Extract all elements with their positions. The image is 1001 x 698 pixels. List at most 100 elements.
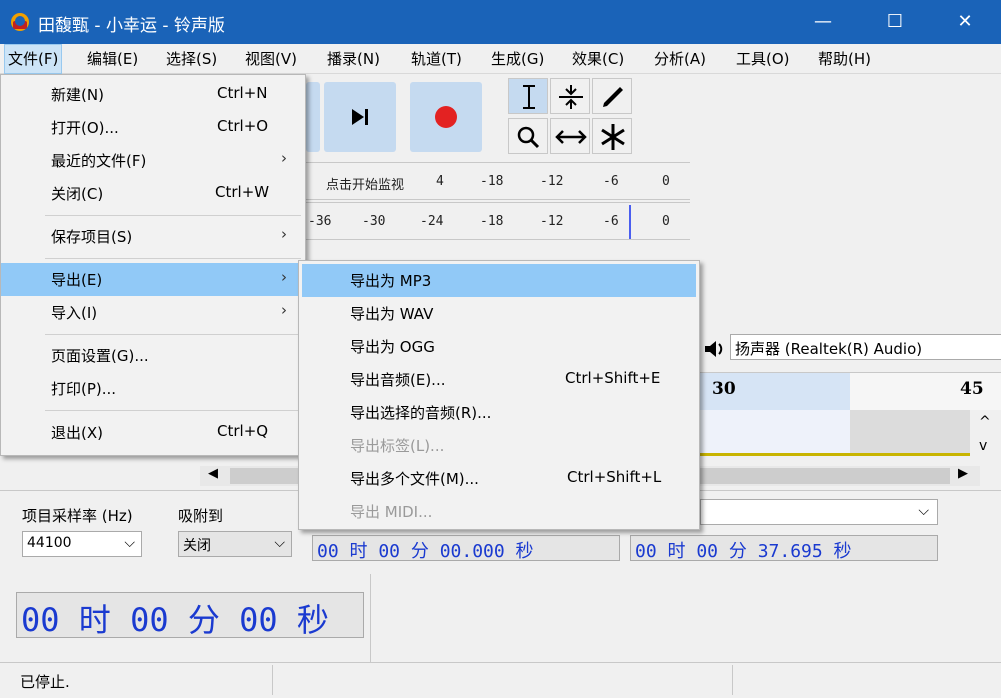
speaker-icon (705, 341, 723, 357)
menu-item-shortcut: Ctrl+N (217, 84, 268, 102)
meter-tick: -12 (540, 214, 564, 229)
record-meter-prompt: 点击开始监视 (326, 178, 405, 193)
scroll-up-icon: ^ (979, 414, 991, 430)
playback-meter[interactable]: -36 -30 -24 -18 -12 -6 0 (298, 202, 690, 240)
menu-item-recent-files[interactable]: 最近的文件(F) › (1, 144, 305, 177)
menu-item-export-mp3[interactable]: 导出为 MP3 (302, 264, 696, 297)
selection-mode-select[interactable]: ⌵ (700, 499, 938, 525)
track-selection (700, 410, 850, 453)
menu-item-export[interactable]: 导出(E) › (1, 263, 305, 296)
menu-item-label: 导出多个文件(M)... (350, 470, 479, 488)
menu-item-label: 导出为 WAV (350, 305, 434, 323)
ibeam-icon (523, 85, 535, 109)
multi-tool[interactable] (592, 118, 632, 154)
output-device-value: 扬声器 (Realtek(R) Audio) (735, 340, 923, 358)
menu-tracks[interactable]: 轨道(T) (408, 44, 465, 74)
rate-value: 44100 (27, 535, 72, 551)
menu-effect[interactable]: 效果(C) (569, 44, 627, 74)
menu-analyze[interactable]: 分析(A) (651, 44, 709, 74)
meter-tick: 4 (436, 174, 444, 189)
timeline-mark: 45 (960, 379, 984, 399)
meter-tick: -6 (603, 214, 619, 229)
track-area[interactable] (700, 410, 970, 456)
stop-button[interactable] (306, 82, 320, 152)
menu-transport[interactable]: 播录(N) (324, 44, 383, 74)
menu-generate[interactable]: 生成(G) (488, 44, 547, 74)
menu-help[interactable]: 帮助(H) (815, 44, 874, 74)
playback-level-marker (629, 205, 631, 239)
meter-tick: 0 (662, 214, 670, 229)
audio-position-value: 00 时 00 分 00 秒 (21, 601, 329, 639)
divider (272, 665, 273, 695)
magnifier-icon (517, 126, 540, 149)
timeline-ruler[interactable]: 30 45 (700, 372, 1001, 411)
record-button[interactable] (410, 82, 482, 152)
minimize-button[interactable]: — (800, 0, 846, 44)
menu-item-export-multiple[interactable]: 导出多个文件(M)... Ctrl+Shift+L (299, 462, 699, 495)
divider (370, 574, 371, 662)
chevron-down-icon: ⌵ (274, 535, 285, 551)
menu-item-export-selection[interactable]: 导出选择的音频(R)... (299, 396, 699, 429)
menu-item-shortcut: Ctrl+W (215, 183, 270, 201)
vertical-scrollbar[interactable]: ^ v (970, 410, 1001, 462)
meter-tick: -6 (603, 174, 619, 189)
audio-position-time[interactable]: 00 时 00 分 00 秒 (16, 592, 364, 639)
envelope-tool[interactable] (550, 78, 590, 114)
selection-end-time[interactable]: 00 时 00 分 37.695 秒 (630, 535, 938, 562)
snap-select[interactable]: 关闭 ⌵ (178, 531, 292, 557)
menu-item-label: 导出为 OGG (350, 338, 435, 356)
meter-tick: -36 (308, 214, 332, 229)
menu-view[interactable]: 视图(V) (242, 44, 300, 74)
menu-select[interactable]: 选择(S) (163, 44, 220, 74)
close-button[interactable]: ✕ (942, 0, 988, 44)
menu-item-import[interactable]: 导入(I) › (1, 296, 305, 329)
menu-item-save-project[interactable]: 保存项目(S) › (1, 220, 305, 253)
rate-select[interactable]: 44100 ⌵ (22, 531, 142, 557)
audacity-icon (11, 13, 29, 31)
menu-item-open[interactable]: 打开(O)... Ctrl+O (1, 111, 305, 144)
title-bar: 田馥甄 - 小幸运 - 铃声版 — ☐ ✕ (0, 0, 1001, 44)
export-submenu: 导出为 MP3 导出为 WAV 导出为 OGG 导出音频(E)... Ctrl+… (298, 260, 700, 530)
snap-value: 关闭 (183, 538, 211, 554)
asterisk-icon (601, 124, 625, 150)
output-device-select[interactable]: 扬声器 (Realtek(R) Audio) (730, 334, 1001, 360)
zoom-tool[interactable] (508, 118, 548, 154)
status-text: 已停止. (20, 673, 70, 691)
meter-tick: -18 (480, 214, 504, 229)
menu-item-close[interactable]: 关闭(C) Ctrl+W (1, 177, 305, 210)
menu-separator (45, 334, 301, 335)
menu-item-export-audio[interactable]: 导出音频(E)... Ctrl+Shift+E (299, 363, 699, 396)
menu-item-export-ogg[interactable]: 导出为 OGG (299, 330, 699, 363)
rate-label: 项目采样率 (Hz) (22, 507, 133, 525)
menu-item-exit[interactable]: 退出(X) Ctrl+Q (1, 416, 305, 449)
window-title: 田馥甄 - 小幸运 - 铃声版 (38, 16, 225, 36)
menu-item-export-wav[interactable]: 导出为 WAV (299, 297, 699, 330)
meter-tick: -12 (540, 174, 564, 189)
selection-start-time[interactable]: 00 时 00 分 00.000 秒 (312, 535, 620, 562)
menu-item-page-setup[interactable]: 页面设置(G)... (1, 339, 305, 372)
meter-tick: 0 (662, 174, 670, 189)
record-meter[interactable]: 点击开始监视 4 -18 -12 -6 0 (298, 162, 690, 200)
skip-end-button[interactable] (324, 82, 396, 152)
menu-item-label: 导出为 MP3 (350, 272, 432, 290)
menu-tools[interactable]: 工具(O) (733, 44, 793, 74)
selection-tool[interactable] (508, 78, 548, 114)
maximize-button[interactable]: ☐ (872, 0, 918, 44)
menu-item-new[interactable]: 新建(N) Ctrl+N (1, 78, 305, 111)
menu-item-label: 导入(I) (51, 304, 98, 322)
menu-item-label: 导出 MIDI... (350, 503, 433, 521)
chevron-right-icon: › (281, 301, 287, 319)
meter-tick: -24 (420, 214, 444, 229)
menu-item-label: 导出标签(L)... (350, 437, 445, 455)
menu-item-export-labels: 导出标签(L)... (299, 429, 699, 462)
draw-tool[interactable] (592, 78, 632, 114)
menu-edit[interactable]: 编辑(E) (84, 44, 141, 74)
menu-file[interactable]: 文件(F) (4, 44, 63, 74)
scroll-right-icon: ▶ (958, 466, 968, 481)
menu-item-print[interactable]: 打印(P)... (1, 372, 305, 405)
menu-item-label: 打印(P)... (51, 380, 117, 398)
timeshift-tool[interactable] (550, 118, 590, 154)
menu-item-label: 关闭(C) (51, 185, 104, 203)
menu-item-shortcut: Ctrl+Q (217, 422, 269, 440)
menu-item-label: 导出选择的音频(R)... (350, 404, 492, 422)
